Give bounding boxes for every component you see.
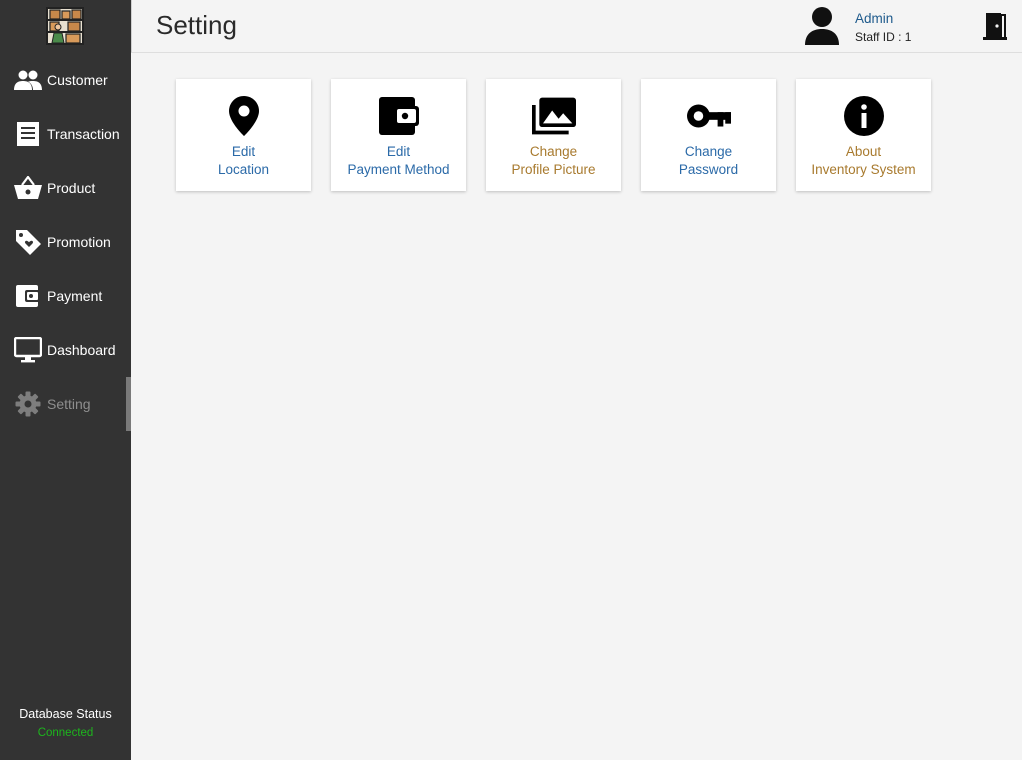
sidebar-item-label: Setting	[47, 396, 91, 412]
gear-icon	[13, 389, 43, 419]
sidebar-item-transaction[interactable]: Transaction	[0, 107, 131, 161]
card-label: About Inventory System	[811, 144, 916, 177]
database-status-value: Connected	[37, 727, 94, 739]
edit-payment-method-card[interactable]: Edit Payment Method	[331, 79, 466, 191]
tag-heart-icon	[13, 227, 43, 257]
app-logo-icon	[46, 7, 84, 45]
sidebar-item-setting[interactable]: Setting	[0, 377, 131, 431]
logout-door-icon[interactable]	[983, 12, 1007, 40]
sidebar: Customer Transaction Product Promotion P…	[0, 0, 131, 760]
sidebar-item-customer[interactable]: Customer	[0, 53, 131, 107]
receipt-icon	[13, 119, 43, 149]
card-label: Edit Payment Method	[347, 144, 450, 177]
wallet-icon	[377, 95, 421, 137]
monitor-icon	[13, 335, 43, 365]
card-label: Change Profile Picture	[511, 144, 596, 177]
change-profile-picture-card[interactable]: Change Profile Picture	[486, 79, 621, 191]
database-status: Database Status Connected	[0, 707, 131, 739]
edit-location-card[interactable]: Edit Location	[176, 79, 311, 191]
active-indicator	[126, 377, 131, 431]
header: Setting Admin Staff ID : 1	[131, 0, 1022, 53]
info-icon	[842, 95, 886, 137]
card-label: Change Password	[678, 144, 739, 177]
staff-id: Staff ID : 1	[855, 30, 912, 44]
people-icon	[13, 65, 43, 95]
sidebar-item-label: Transaction	[47, 126, 120, 142]
basket-icon	[13, 173, 43, 203]
change-password-card[interactable]: Change Password	[641, 79, 776, 191]
database-status-label: Database Status	[19, 707, 112, 721]
about-inventory-system-card[interactable]: About Inventory System	[796, 79, 931, 191]
wallet-icon	[13, 281, 43, 311]
sidebar-item-payment[interactable]: Payment	[0, 269, 131, 323]
map-pin-icon	[222, 95, 266, 137]
sidebar-item-promotion[interactable]: Promotion	[0, 215, 131, 269]
page-title: Setting	[156, 10, 237, 40]
sidebar-item-label: Customer	[47, 72, 108, 88]
sidebar-item-label: Dashboard	[47, 342, 116, 358]
avatar-icon	[804, 6, 840, 46]
card-label: Edit Location	[217, 144, 270, 177]
key-icon	[686, 95, 731, 137]
sidebar-item-label: Product	[47, 180, 96, 196]
photo-library-icon	[531, 95, 576, 137]
user-name: Admin	[855, 11, 894, 26]
sidebar-item-product[interactable]: Product	[0, 161, 131, 215]
sidebar-item-label: Payment	[47, 288, 103, 304]
app-window: Customer Transaction Product Promotion P…	[0, 0, 1022, 760]
sidebar-item-label: Promotion	[47, 234, 111, 250]
sidebar-item-dashboard[interactable]: Dashboard	[0, 323, 131, 377]
